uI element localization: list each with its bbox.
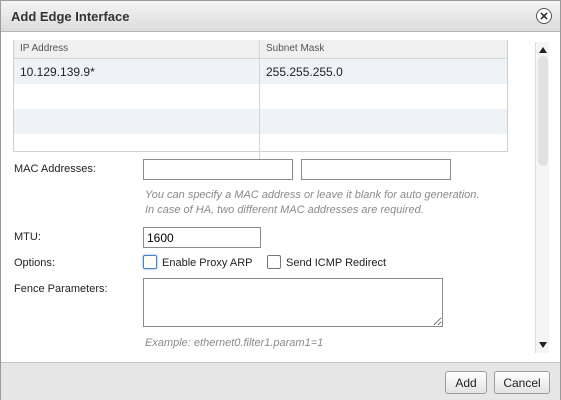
column-header-subnet-mask: Subnet Mask <box>266 43 325 54</box>
dialog-footer: Add Cancel <box>1 362 560 400</box>
ip-address-table: IP Address Subnet Mask 10.129.139.9* 255… <box>13 40 508 159</box>
ip-address-cell[interactable] <box>14 134 260 159</box>
close-button[interactable] <box>536 8 552 24</box>
fence-parameters-textarea[interactable] <box>143 278 443 327</box>
cancel-button[interactable]: Cancel <box>494 371 550 394</box>
send-icmp-redirect-label[interactable]: Send ICMP Redirect <box>286 257 386 269</box>
mac-address-input-2[interactable] <box>301 159 451 180</box>
mtu-label: MTU: <box>14 231 41 243</box>
mac-addresses-label: MAC Addresses: <box>14 163 96 175</box>
table-row[interactable] <box>14 84 507 109</box>
mtu-input[interactable] <box>143 227 261 248</box>
mac-hint-line-2: In case of HA, two different MAC address… <box>145 204 424 216</box>
scroll-thumb[interactable] <box>538 56 548 166</box>
mac-hint-line-1: You can specify a MAC address or leave i… <box>145 189 480 201</box>
enable-proxy-arp-label[interactable]: Enable Proxy ARP <box>162 257 253 269</box>
table-header: IP Address Subnet Mask <box>14 40 507 59</box>
scroll-down-button[interactable] <box>536 339 550 351</box>
content-scrollbar[interactable] <box>535 42 549 353</box>
fence-hint: Example: ethernet0.filter1.param1=1 <box>145 337 324 349</box>
subnet-mask-cell[interactable] <box>260 134 507 159</box>
ip-address-cell[interactable]: 10.129.139.9* <box>14 59 260 84</box>
subnet-mask-cell[interactable] <box>260 109 507 134</box>
ip-address-cell[interactable] <box>14 84 260 109</box>
subnet-mask-cell[interactable] <box>260 84 507 109</box>
enable-proxy-arp-checkbox[interactable] <box>143 255 157 269</box>
dialog-title: Add Edge Interface <box>11 9 130 24</box>
ip-address-cell[interactable] <box>14 109 260 134</box>
arrow-up-icon <box>539 47 547 53</box>
table-row[interactable]: 10.129.139.9* 255.255.255.0 <box>14 59 507 84</box>
arrow-down-icon <box>539 342 547 348</box>
scroll-up-button[interactable] <box>536 44 550 56</box>
dialog-titlebar: Add Edge Interface <box>1 1 560 32</box>
add-button[interactable]: Add <box>445 371 487 394</box>
add-edge-interface-dialog: Add Edge Interface IP Address Subnet Mas… <box>0 0 561 400</box>
subnet-mask-cell[interactable]: 255.255.255.0 <box>260 59 507 84</box>
fence-parameters-label: Fence Parameters: <box>14 283 108 295</box>
close-icon <box>540 12 548 20</box>
options-label: Options: <box>14 257 55 269</box>
send-icmp-redirect-checkbox[interactable] <box>267 255 281 269</box>
table-row[interactable] <box>14 109 507 134</box>
mac-address-input-1[interactable] <box>143 159 293 180</box>
table-row[interactable] <box>14 134 507 159</box>
column-header-ip-address: IP Address <box>14 40 260 58</box>
